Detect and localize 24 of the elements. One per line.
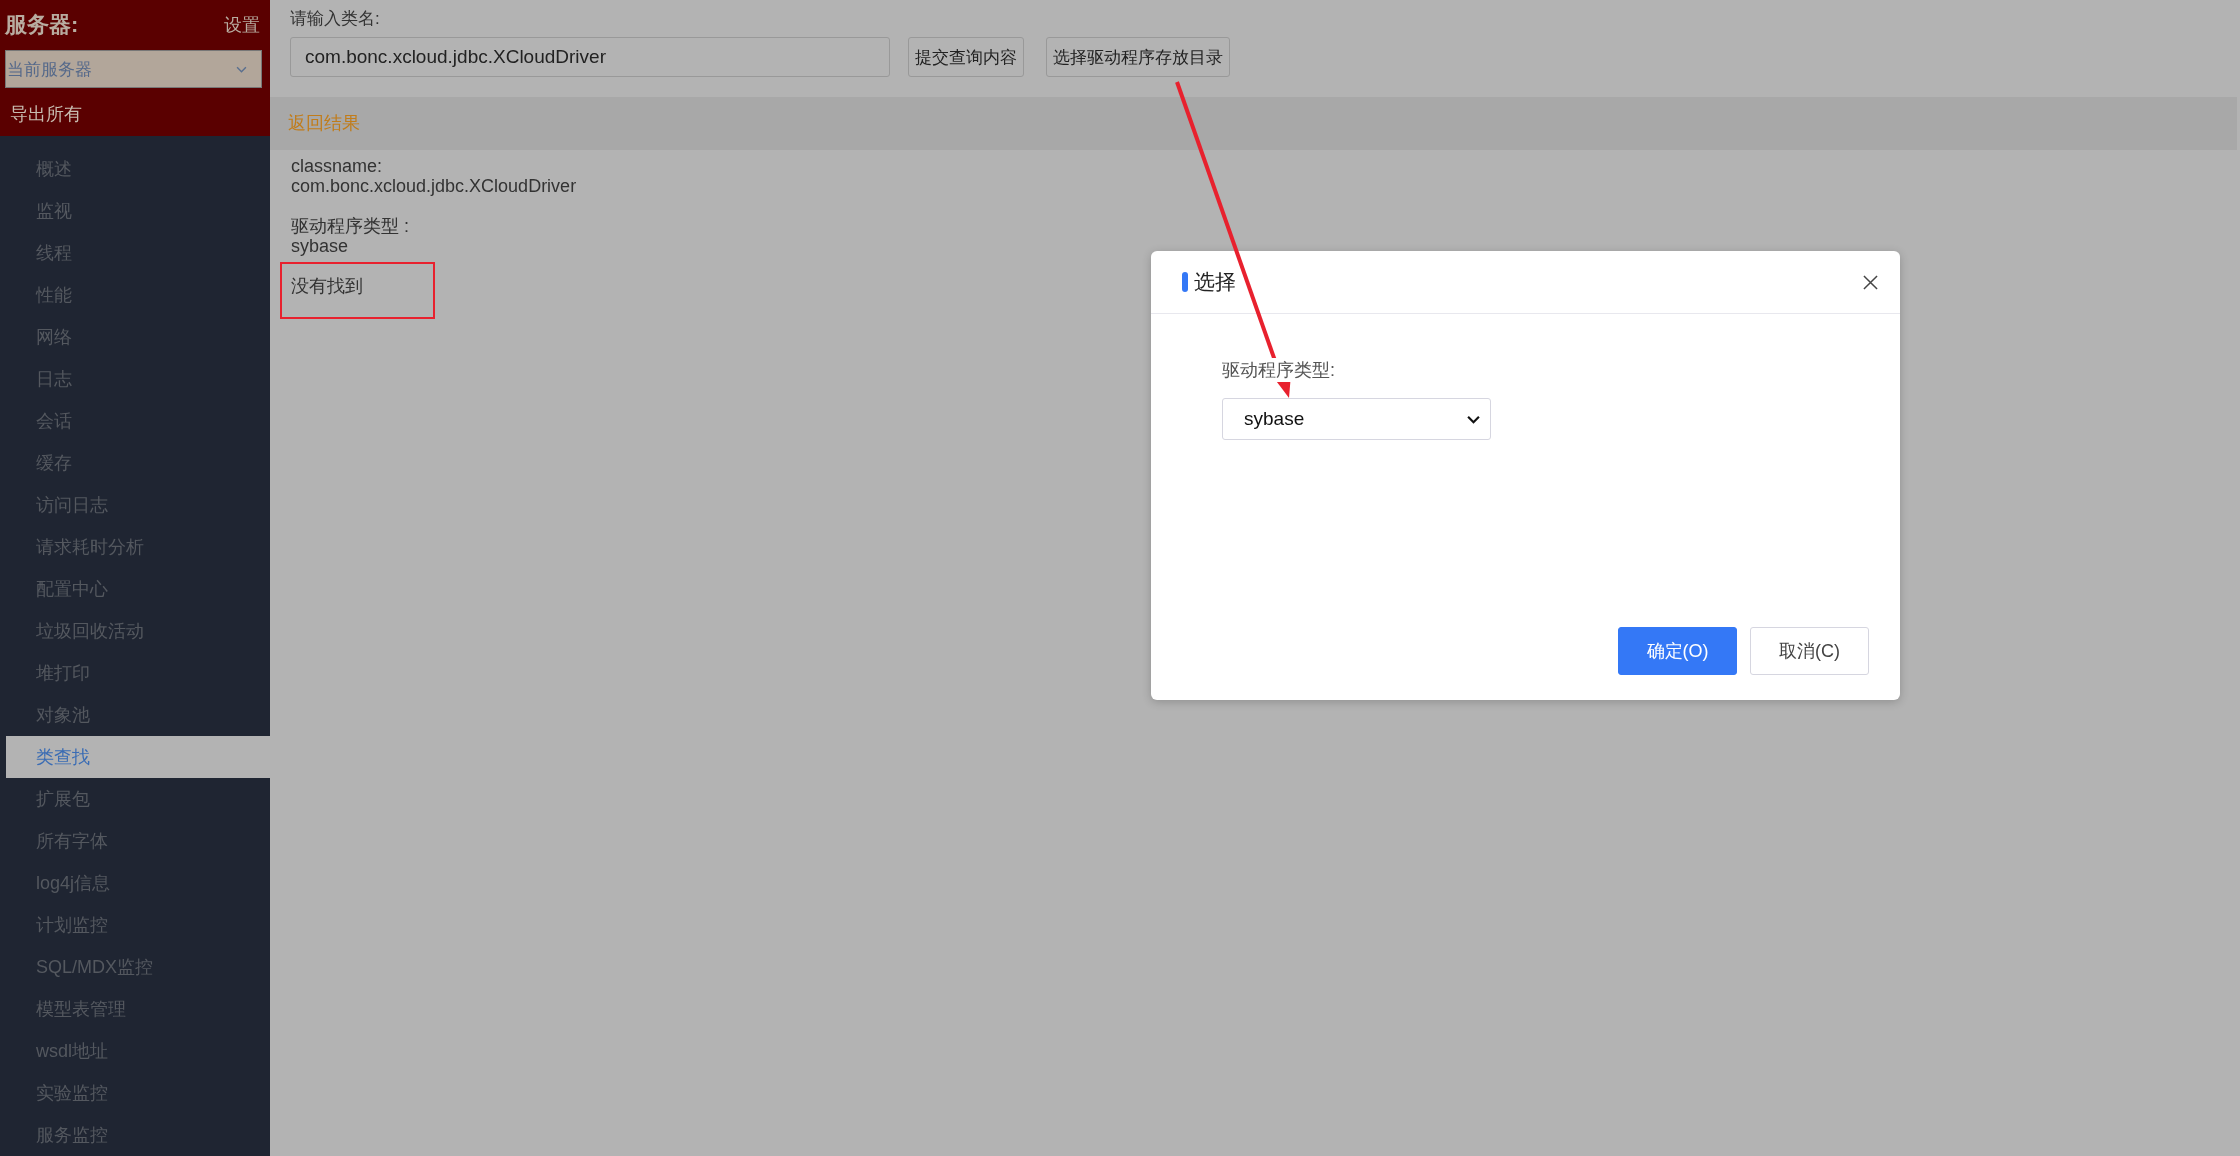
field-label: 驱动程序类型: <box>1222 358 1335 382</box>
export-all-link[interactable]: 导出所有 <box>5 102 82 126</box>
result-label: classname: <box>291 156 383 176</box>
sidebar-item[interactable]: 类查找 <box>6 736 270 778</box>
server-select[interactable]: 当前服务器 <box>5 50 262 88</box>
chevron-down-icon <box>236 65 247 73</box>
cancel-button[interactable]: 取消(C) <box>1750 627 1869 675</box>
driver-type-select[interactable]: sybase <box>1222 398 1491 440</box>
field-label: 请输入类名: <box>290 8 381 30</box>
close-icon[interactable] <box>1863 274 1878 290</box>
results-header: 返回结果 <box>270 97 2237 150</box>
result-value: sybase <box>291 236 349 256</box>
server-label: 服务器: <box>5 11 79 39</box>
class-name-field[interactable]: com.bonc.xcloud.jdbc.XCloudDriver <box>290 37 890 77</box>
result-value: com.bonc.xcloud.jdbc.XCloudDriver <box>291 176 577 196</box>
settings-link[interactable]: 设置 <box>224 13 260 37</box>
dialog-title: 选择 <box>1194 269 1237 295</box>
result-label: 驱动程序类型 : <box>291 216 409 236</box>
title-accent-bar <box>1182 272 1188 292</box>
result-message: 没有找到 <box>291 275 363 298</box>
query-button[interactable]: 提交查询内容 <box>908 37 1024 77</box>
chevron-down-icon <box>1467 414 1480 424</box>
query-button[interactable]: 选择驱动程序存放目录 <box>1046 37 1230 77</box>
confirm-button[interactable]: 确定(O) <box>1618 627 1737 675</box>
